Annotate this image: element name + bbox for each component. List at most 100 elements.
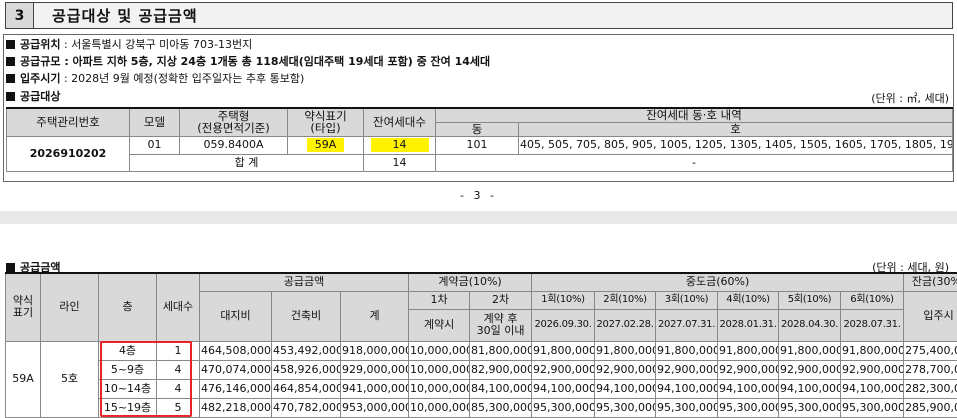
floor-cell: 15~19층 bbox=[98, 397, 157, 418]
floor-cell: 4층 bbox=[98, 340, 157, 361]
building-cell: 453,492,000 bbox=[271, 340, 341, 361]
info-movein-label: 입주시기 bbox=[20, 72, 61, 85]
info-scale-value: : 아파트 지하 5층, 지상 24층 1개동 총 118세대(임대주택 19세… bbox=[60, 55, 491, 68]
deposit-2-cell: 84,100,000 bbox=[469, 378, 533, 399]
header-units: 세대수 bbox=[156, 272, 200, 342]
header-middle-payment: 중도금(60%) bbox=[531, 272, 905, 292]
header-model: 모델 bbox=[129, 107, 180, 137]
header-mid-date-2: 2027.02.28. bbox=[594, 308, 657, 342]
deposit-1-cell: 10,000,000 bbox=[408, 359, 471, 380]
header-mid-round-5: 5회(10%) bbox=[778, 290, 842, 310]
header-label-line2: 표기 bbox=[12, 306, 34, 320]
remaining-cell: 14 bbox=[363, 135, 436, 155]
header-mid-date-6: 2028.07.31. bbox=[840, 308, 905, 342]
header-short-label-line2: (타입) bbox=[310, 121, 341, 136]
header-mid-round-1: 1회(10%) bbox=[531, 290, 596, 310]
info-movein: 입주시기 : 2028년 9월 예정(정확한 입주일자는 추후 통보함) bbox=[6, 72, 304, 86]
target-unit: (단위 : ㎡, 세대) bbox=[871, 92, 949, 105]
total-cell: 929,000,000 bbox=[339, 359, 410, 380]
mid-1-cell: 95,300,000 bbox=[531, 397, 596, 418]
land-cell: 464,508,000 bbox=[199, 340, 272, 361]
header-mid-round-2: 2회(10%) bbox=[594, 290, 657, 310]
mid-6-cell: 91,800,000 bbox=[840, 340, 905, 361]
mid-5-cell: 94,100,000 bbox=[778, 378, 842, 399]
header-deposit-1: 1차 bbox=[408, 290, 471, 310]
header-deposit: 계약금(10%) bbox=[408, 272, 533, 292]
mid-1-cell: 94,100,000 bbox=[531, 378, 596, 399]
section-header: 3 공급대상 및 공급금액 bbox=[5, 2, 953, 29]
header-deposit-1-sub: 계약시 bbox=[408, 308, 471, 342]
header-house-type-line2: (전용면적기준) bbox=[197, 121, 270, 136]
info-location-label: 공급위치 bbox=[20, 38, 61, 51]
section-number: 3 bbox=[6, 3, 34, 28]
header-floor: 층 bbox=[98, 272, 157, 342]
mid-1-cell: 92,900,000 bbox=[531, 359, 596, 380]
mid-2-cell: 95,300,000 bbox=[594, 397, 657, 418]
model-cell: 01 bbox=[129, 135, 180, 155]
mid-2-cell: 94,100,000 bbox=[594, 378, 657, 399]
header-balance: 잔금(30%) bbox=[903, 272, 957, 292]
document-page: 3 공급대상 및 공급금액 공급위치 : 서울특별시 강북구 미아동 703-1… bbox=[0, 0, 957, 418]
header-supply-price: 공급금액 bbox=[198, 272, 410, 292]
house-type-cell: 059.8400A bbox=[179, 135, 288, 155]
mid-1-cell: 91,800,000 bbox=[531, 340, 596, 361]
table-row: 5~9층 4 470,074,000 458,926,000 929,000,0… bbox=[6, 359, 957, 380]
header-balance-sub: 입주시 bbox=[903, 290, 957, 342]
line-cell: 5호 bbox=[40, 340, 99, 418]
info-scale: 공급규모 : 아파트 지하 5층, 지상 24층 1개동 총 118세대(임대주… bbox=[6, 55, 490, 69]
deposit-1-cell: 10,000,000 bbox=[408, 378, 471, 399]
deposit-2-cell: 82,900,000 bbox=[469, 359, 533, 380]
mid-4-cell: 92,900,000 bbox=[717, 359, 780, 380]
balance-cell: 282,300,000 bbox=[903, 378, 957, 399]
mid-4-cell: 95,300,000 bbox=[717, 397, 780, 418]
balance-cell: 285,900,000 bbox=[903, 397, 957, 418]
land-cell: 476,146,000 bbox=[199, 378, 272, 399]
floor-cell: 10~14층 bbox=[98, 378, 157, 399]
mid-4-cell: 94,100,000 bbox=[717, 378, 780, 399]
mid-3-cell: 91,800,000 bbox=[655, 340, 719, 361]
mid-4-cell: 91,800,000 bbox=[717, 340, 780, 361]
units-cell: 4 bbox=[156, 378, 200, 399]
short-label-highlight: 59A bbox=[306, 138, 345, 152]
deposit-1-cell: 10,000,000 bbox=[408, 340, 471, 361]
header-mid-date-4: 2028.01.31. bbox=[717, 308, 780, 342]
total-remaining-cell: 14 bbox=[363, 153, 436, 172]
price-table: 약식 표기 라인 층 세대수 공급금액 계약금(10%) 중도금(60%) 잔금(… bbox=[5, 272, 957, 418]
mid-6-cell: 94,100,000 bbox=[840, 378, 905, 399]
section-title: 공급대상 및 공급금액 bbox=[34, 3, 952, 28]
info-target-label: 공급대상 bbox=[20, 90, 61, 103]
type-label-cell: 59A bbox=[5, 340, 41, 418]
header-ho: 호 bbox=[517, 121, 954, 137]
land-cell: 470,074,000 bbox=[199, 359, 272, 380]
mid-6-cell: 92,900,000 bbox=[840, 359, 905, 380]
mid-3-cell: 92,900,000 bbox=[655, 359, 719, 380]
header-deposit-2-sub: 계약 후 30일 이내 bbox=[469, 308, 533, 342]
header-mid-round-4: 4회(10%) bbox=[717, 290, 780, 310]
total-cell: 918,000,000 bbox=[339, 340, 410, 361]
balance-cell: 278,700,000 bbox=[903, 359, 957, 380]
table-row: 15~19층 5 482,218,000 470,782,000 953,000… bbox=[6, 397, 957, 418]
building-cell: 464,854,000 bbox=[271, 378, 341, 399]
header-label: 약식 표기 bbox=[5, 272, 41, 342]
header-deposit-2-sub-line2: 30일 이내 bbox=[476, 324, 525, 337]
mid-3-cell: 95,300,000 bbox=[655, 397, 719, 418]
units-cell: 5 bbox=[156, 397, 200, 418]
land-cell: 482,218,000 bbox=[199, 397, 272, 418]
header-deposit-2: 2차 bbox=[469, 290, 533, 310]
mid-5-cell: 92,900,000 bbox=[778, 359, 842, 380]
header-mid-round-6: 6회(10%) bbox=[840, 290, 905, 310]
header-total: 계 bbox=[339, 290, 410, 342]
header-mid-date-3: 2027.07.31. bbox=[655, 308, 719, 342]
bullet-square-icon bbox=[6, 92, 15, 101]
header-mid-date-1: 2026.09.30. bbox=[531, 308, 596, 342]
header-house-type: 주택형 (전용면적기준) bbox=[179, 107, 288, 137]
table-row: 59A 5호 4층 1 464,508,000 453,492,000 918,… bbox=[5, 340, 957, 418]
page-number: - 3 - bbox=[460, 189, 497, 202]
bullet-square-icon bbox=[6, 74, 15, 83]
total-cell: 941,000,000 bbox=[339, 378, 410, 399]
deposit-2-cell: 85,300,000 bbox=[469, 397, 533, 418]
mid-2-cell: 91,800,000 bbox=[594, 340, 657, 361]
ho-cell: 405, 505, 705, 805, 905, 1005, 1205, 130… bbox=[517, 135, 954, 155]
header-land: 대지비 bbox=[199, 290, 272, 342]
dong-cell: 101 bbox=[435, 135, 519, 155]
